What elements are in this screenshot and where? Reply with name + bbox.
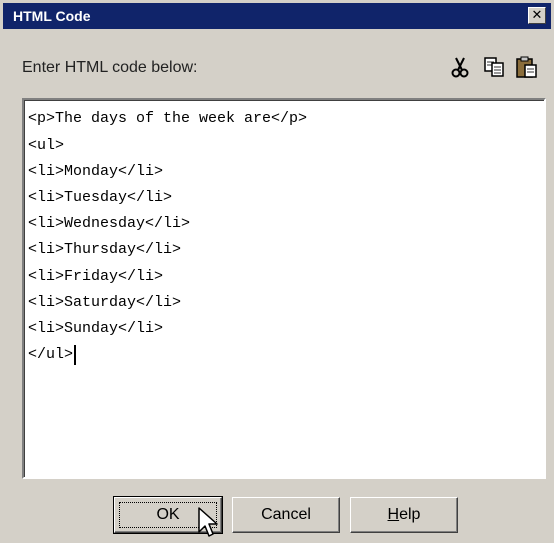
help-button-label: elp bbox=[399, 506, 421, 523]
code-line: </ul> bbox=[28, 346, 74, 363]
close-icon: ✕ bbox=[531, 8, 543, 23]
paste-icon[interactable] bbox=[514, 54, 540, 80]
html-code-editor[interactable]: <p>The days of the week are</p> <ul> <li… bbox=[22, 98, 546, 479]
cancel-button-label: Cancel bbox=[261, 506, 311, 523]
copy-icon[interactable] bbox=[481, 54, 507, 80]
code-line: <li>Monday</li> bbox=[28, 163, 164, 180]
window-title: HTML Code bbox=[13, 8, 91, 24]
code-line: <li>Wednesday</li> bbox=[28, 215, 191, 232]
code-line: <li>Thursday</li> bbox=[28, 241, 182, 258]
text-caret bbox=[74, 345, 76, 365]
code-line: <li>Tuesday</li> bbox=[28, 189, 173, 206]
code-line: <li>Saturday</li> bbox=[28, 294, 182, 311]
title-bar[interactable]: HTML Code ✕ bbox=[3, 3, 551, 29]
help-button-mnemonic: H bbox=[387, 506, 400, 523]
code-line: <li>Sunday</li> bbox=[28, 320, 164, 337]
help-button[interactable]: Help bbox=[350, 497, 458, 533]
html-code-dialog: HTML Code ✕ Enter HTML code below: <p>Th… bbox=[0, 0, 554, 543]
code-line: <p>The days of the week are</p> bbox=[28, 110, 308, 127]
mouse-pointer-icon bbox=[198, 507, 218, 537]
code-line: <li>Friday</li> bbox=[28, 268, 164, 285]
cut-icon[interactable] bbox=[447, 54, 473, 80]
cancel-button[interactable]: Cancel bbox=[232, 497, 340, 533]
code-line: <ul> bbox=[28, 137, 65, 154]
instruction-label: Enter HTML code below: bbox=[22, 59, 198, 76]
close-button[interactable]: ✕ bbox=[528, 7, 546, 24]
